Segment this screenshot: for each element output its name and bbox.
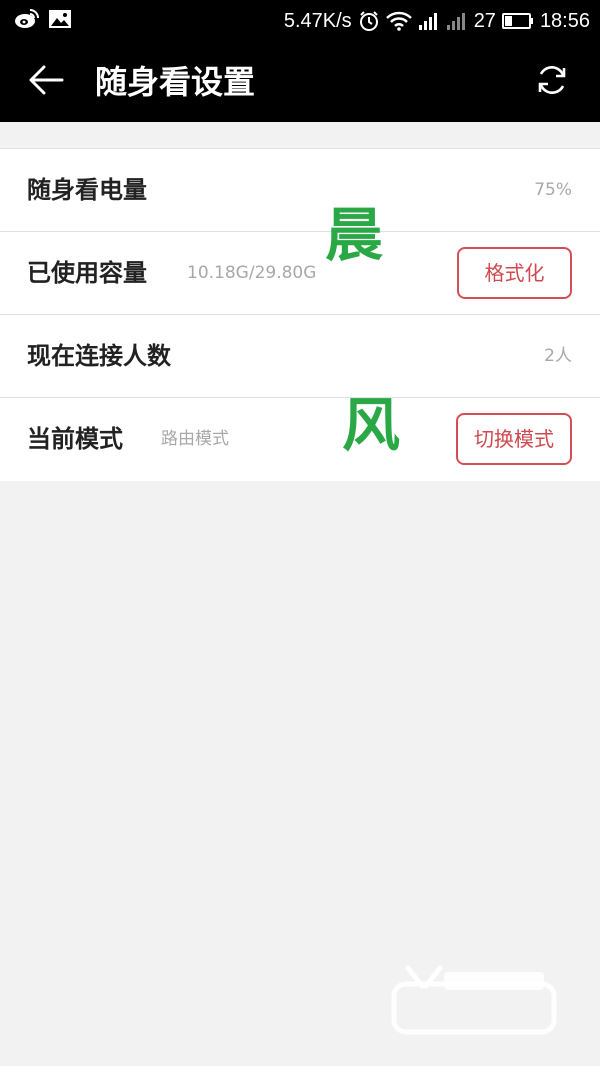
signal-icon (418, 11, 440, 31)
connections-value: 2人 (544, 346, 572, 366)
image-icon (48, 8, 72, 30)
settings-list: 随身看电量 75% 已使用容量 10.18G/29.80G 格式化 现在连接人数… (0, 148, 600, 481)
connections-label: 现在连接人数 (27, 342, 171, 370)
clock-time: 18:56 (539, 9, 590, 32)
battery-row: 随身看电量 75% (0, 149, 600, 232)
switch-mode-button[interactable]: 切换模式 (456, 413, 572, 465)
format-button[interactable]: 格式化 (457, 247, 572, 299)
status-left-icons (14, 8, 72, 30)
battery-level: 27 (473, 9, 496, 32)
back-arrow-icon (28, 65, 64, 99)
alarm-icon (358, 10, 380, 32)
battery-icon (501, 12, 534, 30)
status-right: 5.47K/s 27 18:56 (284, 0, 590, 42)
page-title: 随身看设置 (95, 63, 256, 101)
mode-value: 路由模式 (161, 429, 229, 449)
mode-label: 当前模式 (27, 425, 123, 453)
overlay-char-feng: 风 (342, 391, 401, 459)
battery-label: 随身看电量 (27, 176, 147, 204)
overlay-char-chen: 晨 (325, 201, 384, 269)
refresh-button[interactable] (530, 60, 574, 104)
wifi-icon (385, 11, 412, 31)
back-button[interactable] (24, 60, 68, 104)
status-bar: 5.47K/s 27 18:56 (0, 0, 600, 42)
app-bar: 随身看设置 (0, 42, 600, 122)
storage-row: 已使用容量 10.18G/29.80G 格式化 (0, 232, 600, 315)
watermark-logo (388, 962, 568, 1042)
storage-value: 10.18G/29.80G (187, 263, 317, 283)
battery-value: 75% (534, 180, 572, 200)
mode-row: 当前模式 路由模式 切换模式 (0, 398, 600, 481)
weibo-icon (14, 8, 40, 30)
storage-label: 已使用容量 (27, 259, 147, 287)
connections-row: 现在连接人数 2人 (0, 315, 600, 398)
refresh-icon (534, 62, 570, 102)
net-speed: 5.47K/s (283, 9, 352, 32)
signal-icon-secondary (446, 11, 468, 31)
